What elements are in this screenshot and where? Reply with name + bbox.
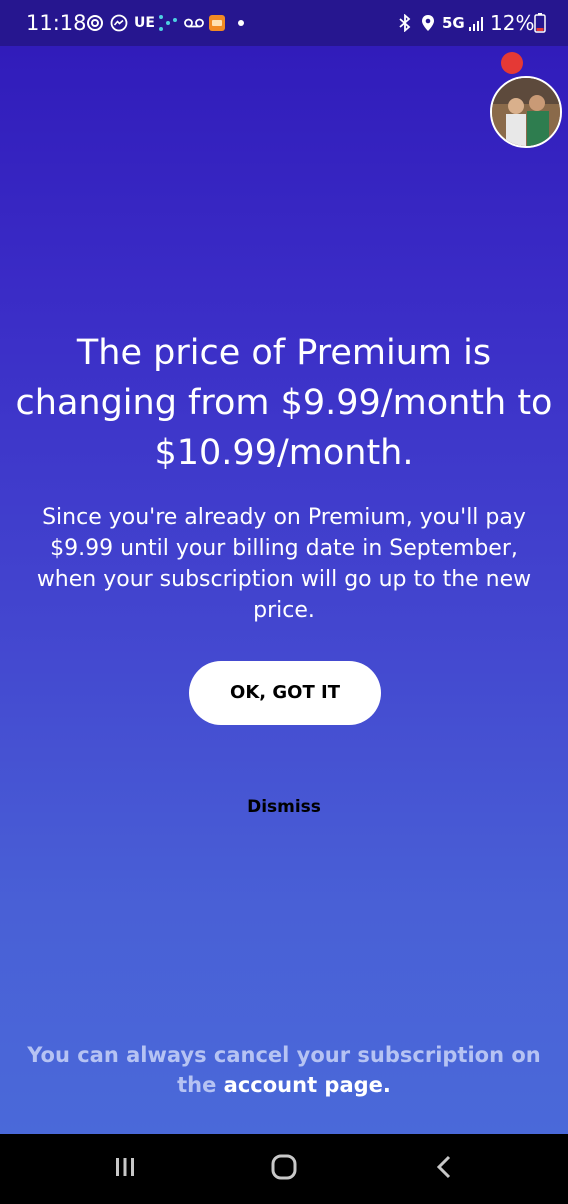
- app-notification-icon: [208, 14, 226, 32]
- battery-icon: [534, 13, 546, 33]
- cancel-subscription-note: You can always cancel your subscription …: [20, 1040, 548, 1100]
- recent-apps-button[interactable]: [85, 1134, 165, 1200]
- network-type: 5G: [442, 14, 465, 32]
- ok-got-it-button[interactable]: OK, GOT IT: [189, 661, 381, 725]
- status-time: 11:18: [26, 11, 87, 35]
- home-button[interactable]: [244, 1134, 324, 1200]
- navigation-bar: [0, 1134, 568, 1200]
- avatar[interactable]: [490, 76, 562, 148]
- dismiss-button[interactable]: Dismiss: [0, 794, 568, 820]
- dots-icon: [157, 14, 179, 32]
- price-change-description: Since you're already on Premium, you'll …: [36, 505, 532, 623]
- avatar-photo-icon: [492, 78, 560, 146]
- dot-icon: [236, 14, 246, 32]
- voicemail-icon: [183, 14, 205, 32]
- battery-level: 12%: [490, 11, 535, 35]
- account-page-link[interactable]: account page.: [224, 1073, 391, 1097]
- back-button[interactable]: [404, 1134, 484, 1200]
- home-icon: [271, 1154, 297, 1180]
- back-icon: [436, 1155, 451, 1179]
- notification-badge: [501, 52, 523, 74]
- premium-price-change-screen: 11:18 UE 5G 12% The price of Premium is …: [0, 0, 568, 1134]
- carrier-label: UE: [134, 15, 155, 31]
- location-icon: [420, 14, 436, 32]
- sync-icon: [86, 14, 104, 32]
- price-change-headline: The price of Premium is changing from $9…: [15, 333, 553, 473]
- bluetooth-icon: [398, 13, 412, 33]
- recent-apps-icon: [116, 1158, 134, 1176]
- status-bar: 11:18 UE 5G 12%: [0, 0, 568, 46]
- signal-icon: [468, 14, 486, 32]
- messenger-icon: [110, 14, 128, 32]
